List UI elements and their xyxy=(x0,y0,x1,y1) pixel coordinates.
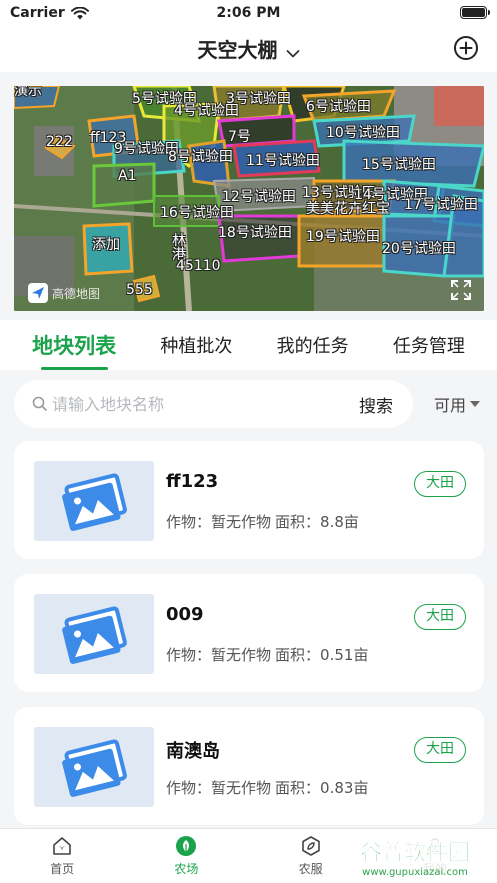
status-filter-label: 可用 xyxy=(434,396,467,415)
plot-meta: 作物：暂无作物 面积：8.8亩 xyxy=(166,511,359,532)
watermark-logo: 谷普软件园 www.gupuxiazai.com xyxy=(340,838,490,880)
area-value: 0.51亩 xyxy=(320,646,369,664)
site-watermark: 谷普软件园 www.gupuxiazai.com xyxy=(340,838,490,880)
map-plot-label: 18号试验田 xyxy=(218,225,292,241)
map-provider-logo: 高德地图 xyxy=(28,283,100,303)
search-button[interactable]: 搜索 xyxy=(359,392,393,417)
tab-task-management[interactable]: 任务管理 xyxy=(393,328,465,362)
map-plot-label: 6号试验田 xyxy=(306,99,371,115)
map-plot-label: 11号试验田 xyxy=(246,153,320,169)
plot-thumbnail xyxy=(34,727,154,807)
map-plot-label: 19号试验田 xyxy=(306,229,380,245)
tabbar-farm-label: 农场 xyxy=(174,862,199,876)
plot-name: ff123 xyxy=(166,471,219,492)
status-time: 2:06 PM xyxy=(216,5,281,21)
map-plot-label: 添加 xyxy=(92,237,120,253)
home-icon xyxy=(53,837,71,855)
svg-text:谷普软件园: 谷普软件园 xyxy=(360,840,470,866)
farm-title: 天空大棚 xyxy=(197,38,278,62)
tabbar-farm[interactable]: 农场 xyxy=(124,829,248,883)
add-plot-button[interactable] xyxy=(453,35,479,61)
map-plot-label: 20号试验田 xyxy=(382,241,456,257)
map-plot-label: 演示 xyxy=(14,86,42,99)
plot-meta: 作物：暂无作物 面积：0.51亩 xyxy=(166,644,368,665)
area-label: 面积： xyxy=(275,779,321,797)
tabbar-home[interactable]: 首页 xyxy=(0,829,124,883)
map-plot-label: 15号试验田 xyxy=(362,157,436,173)
map-plot-label: 555 xyxy=(126,282,153,298)
chevron-down-icon xyxy=(286,40,300,64)
plot-thumbnail xyxy=(34,594,154,674)
plot-card[interactable]: 南澳岛作物：暂无作物 面积：0.83亩 大田 xyxy=(14,707,484,825)
fullscreen-button[interactable] xyxy=(450,279,472,301)
farm-selector[interactable]: 天空大棚 xyxy=(0,34,497,64)
map-plot-label: 8号试验田 xyxy=(168,149,233,165)
map-provider-label: 高德地图 xyxy=(52,286,101,301)
map-plot-label: 美美花卉红宝 xyxy=(306,201,390,217)
tabbar-service-label: 农服 xyxy=(298,862,323,876)
tab-my-tasks[interactable]: 我的任务 xyxy=(277,328,349,362)
map-plot-label: 17号试验田 xyxy=(404,197,478,213)
plot-thumbnail xyxy=(34,461,154,541)
plot-meta: 作物：暂无作物 面积：0.83亩 xyxy=(166,777,368,798)
status-filter-dropdown[interactable]: 可用 xyxy=(434,392,481,416)
section-tabs: 地块列表 种植批次 我的任务 任务管理 xyxy=(0,320,497,370)
area-value: 8.8亩 xyxy=(320,513,359,531)
map-plot-label: A1 xyxy=(118,168,137,184)
map-plot-label: 7号 xyxy=(228,129,251,145)
plot-name: 南澳岛 xyxy=(166,741,220,762)
status-bar: Carrier 2:06 PM xyxy=(0,0,497,26)
crop-value: 暂无作物 xyxy=(211,646,272,664)
image-placeholder-icon xyxy=(62,473,127,531)
map-plot-label: 10号试验田 xyxy=(326,125,400,141)
plot-type-badge: 大田 xyxy=(414,604,466,630)
map-plot-label: 222 xyxy=(46,134,73,150)
crop-label: 作物： xyxy=(166,513,212,531)
area-label: 面积： xyxy=(275,646,321,664)
image-placeholder-icon xyxy=(62,606,127,664)
map-plot-label: 4号试验田 xyxy=(174,103,239,119)
navigation-arrow-icon xyxy=(28,283,48,303)
tab-planting-batch[interactable]: 种植批次 xyxy=(160,328,232,362)
image-placeholder-icon xyxy=(62,739,127,797)
map-plot-label: 45110 xyxy=(176,258,221,274)
plot-card[interactable]: ff123 作物：暂无作物 面积：8.8亩 大田 xyxy=(14,441,484,559)
expand-icon xyxy=(451,280,471,300)
crop-value: 暂无作物 xyxy=(211,779,272,797)
crop-value: 暂无作物 xyxy=(211,513,272,531)
crop-label: 作物： xyxy=(166,646,212,664)
plot-card[interactable]: 009 作物：暂无作物 面积：0.51亩 大田 xyxy=(14,574,484,692)
map-plot-label: 16号试验田 xyxy=(160,205,234,221)
area-label: 面积： xyxy=(275,513,321,531)
plot-type-badge: 大田 xyxy=(414,737,466,763)
tabbar-home-label: 首页 xyxy=(50,862,75,876)
service-icon xyxy=(301,836,320,856)
search-bar: 搜索 xyxy=(14,380,413,428)
leaf-icon xyxy=(176,836,197,856)
caret-down-icon xyxy=(470,401,481,407)
search-icon xyxy=(32,396,47,411)
battery-icon xyxy=(460,6,490,19)
crop-label: 作物： xyxy=(166,779,212,797)
plot-type-badge: 大田 xyxy=(414,471,466,497)
search-input[interactable] xyxy=(52,392,332,416)
tab-plot-list[interactable]: 地块列表 xyxy=(32,326,116,370)
svg-text:www.gupuxiazai.com: www.gupuxiazai.com xyxy=(362,867,468,878)
plot-map[interactable]: 5号试验田 3号试验田 4号试验田 6号试验田 10号试验田 ff123 9号试验田 7号 8号… xyxy=(14,86,484,311)
nav-bar: 天空大棚 xyxy=(0,26,497,72)
plot-name: 009 xyxy=(166,604,204,625)
plus-circle-icon xyxy=(454,36,478,60)
area-value: 0.83亩 xyxy=(320,779,369,797)
